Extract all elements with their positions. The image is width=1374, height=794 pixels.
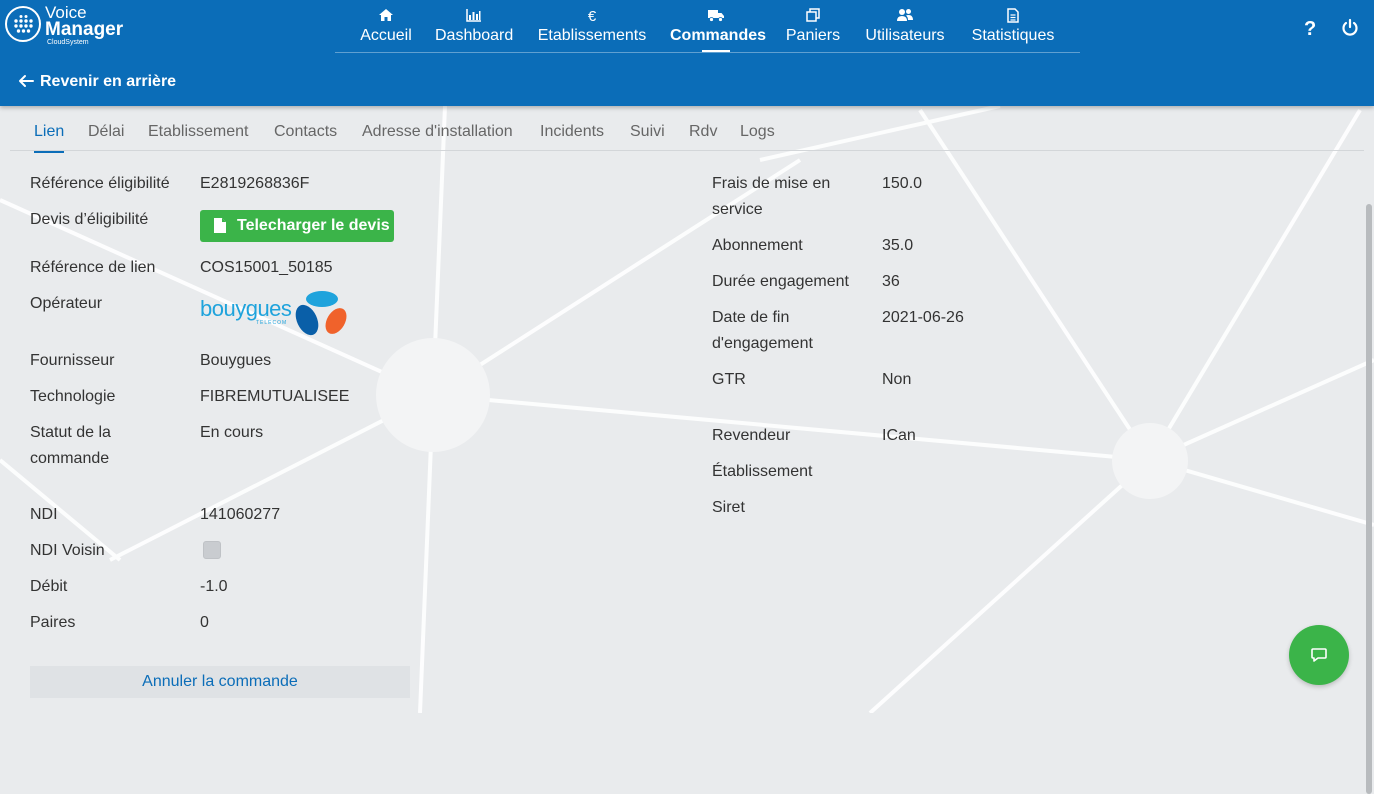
- document-icon: [969, 8, 1057, 26]
- value-ndi: 141060277: [200, 506, 281, 523]
- main-nav: Accueil Dashboard € Etablissements Comma…: [335, 0, 1080, 53]
- nav-item-statistiques[interactable]: Statistiques: [969, 8, 1057, 52]
- truck-icon: [670, 8, 762, 26]
- logo-text-manager: Manager: [45, 19, 124, 40]
- bouygues-bubbles-icon: [295, 291, 347, 336]
- nav-item-accueil[interactable]: Accueil: [358, 8, 414, 52]
- back-label: Revenir en arrière: [40, 73, 177, 90]
- help-button[interactable]: ?: [1304, 18, 1316, 41]
- label-siret: Siret: [712, 499, 745, 516]
- value-reference-eligibilite: E2819268836F: [200, 175, 310, 192]
- value-statut: En cours: [200, 424, 264, 441]
- nav-item-commandes[interactable]: Commandes: [670, 8, 767, 52]
- nav-label: Paniers: [785, 27, 841, 44]
- nav-label: Utilisateurs: [865, 27, 945, 44]
- nav-item-utilisateurs[interactable]: Utilisateurs: [864, 8, 946, 52]
- value-gtr: Non: [882, 371, 912, 388]
- back-button[interactable]: Revenir en arrière: [18, 73, 176, 91]
- label-etablissement: Établissement: [712, 463, 813, 480]
- nav-label: Etablissements: [537, 27, 647, 44]
- chat-icon: [1311, 648, 1327, 662]
- chart-icon: [435, 8, 513, 26]
- power-icon[interactable]: [1340, 18, 1360, 38]
- label-frais-line2: service: [712, 201, 763, 218]
- label-reference-lien: Référence de lien: [30, 259, 156, 276]
- nav-label: Commandes: [670, 27, 767, 44]
- download-quote-label: Telecharger le devis: [237, 217, 390, 234]
- value-debit: -1.0: [200, 578, 228, 595]
- label-duree-engagement: Durée engagement: [712, 273, 849, 290]
- arrow-left-icon: [19, 75, 34, 87]
- logo-subtext: TELECOM: [256, 320, 288, 326]
- users-icon: [864, 8, 946, 26]
- vertical-scrollbar[interactable]: [1364, 106, 1374, 794]
- download-quote-button[interactable]: Telecharger le devis: [200, 210, 394, 242]
- label-statut-line2: commande: [30, 450, 110, 467]
- order-details: Référence éligibilité E2819268836F Devis…: [0, 0, 1374, 713]
- logo-wordmark: bouygues: [200, 296, 292, 321]
- label-reference-eligibilite: Référence éligibilité: [30, 175, 170, 192]
- euro-icon: €: [587, 8, 597, 25]
- nav-label: Dashboard: [435, 27, 514, 44]
- top-header: Voice Manager CloudSystem Accueil Dashbo…: [0, 0, 1374, 106]
- value-abonnement: 35.0: [882, 237, 914, 254]
- copy-icon: [785, 8, 841, 26]
- label-devis-eligibilite: Devis d’éligibilité: [30, 211, 149, 228]
- value-reference-lien: COS15001_50185: [200, 259, 333, 276]
- label-gtr: GTR: [712, 371, 746, 388]
- label-technologie: Technologie: [30, 388, 116, 405]
- nav-item-paniers[interactable]: Paniers: [785, 8, 841, 52]
- label-date-fin-line2: d'engagement: [712, 335, 813, 352]
- label-paires: Paires: [30, 614, 76, 631]
- home-icon: [358, 8, 414, 26]
- value-date-fin: 2021-06-26: [882, 309, 964, 326]
- cancel-order-button[interactable]: Annuler la commande: [30, 666, 410, 698]
- file-icon: [214, 218, 226, 233]
- label-statut-line1: Statut de la: [30, 424, 111, 441]
- value-frais: 150.0: [882, 175, 923, 192]
- label-fournisseur: Fournisseur: [30, 352, 115, 369]
- scrollbar-thumb[interactable]: [1366, 204, 1372, 794]
- active-nav-indicator: [702, 50, 730, 52]
- label-operateur: Opérateur: [30, 295, 103, 312]
- value-paires: 0: [200, 614, 209, 631]
- label-date-fin-line1: Date de fin: [712, 309, 790, 326]
- app-logo[interactable]: Voice Manager CloudSystem: [5, 4, 135, 46]
- value-duree-engagement: 36: [882, 273, 900, 290]
- label-ndi: NDI: [30, 506, 58, 523]
- nav-item-etablissements[interactable]: € Etablissements: [536, 8, 648, 52]
- bouygues-telecom-logo: bouygues TELECOM: [200, 290, 352, 340]
- value-technologie: FIBREMUTUALISEE: [200, 388, 350, 405]
- nav-item-dashboard[interactable]: Dashboard: [435, 8, 513, 52]
- nav-label: Accueil: [360, 27, 412, 44]
- chat-button[interactable]: [1289, 625, 1349, 685]
- label-ndi-voisin: NDI Voisin: [30, 542, 105, 559]
- nav-label: Statistiques: [971, 27, 1055, 44]
- value-revendeur: ICan: [882, 427, 916, 444]
- label-revendeur: Revendeur: [712, 427, 791, 444]
- label-abonnement: Abonnement: [712, 237, 803, 254]
- logo-text-cloudsystem: CloudSystem: [47, 39, 89, 46]
- logo-icon: [5, 6, 41, 42]
- label-debit: Débit: [30, 578, 68, 595]
- value-fournisseur: Bouygues: [200, 352, 272, 369]
- ndi-voisin-checkbox[interactable]: [203, 541, 221, 559]
- label-frais-line1: Frais de mise en: [712, 175, 831, 192]
